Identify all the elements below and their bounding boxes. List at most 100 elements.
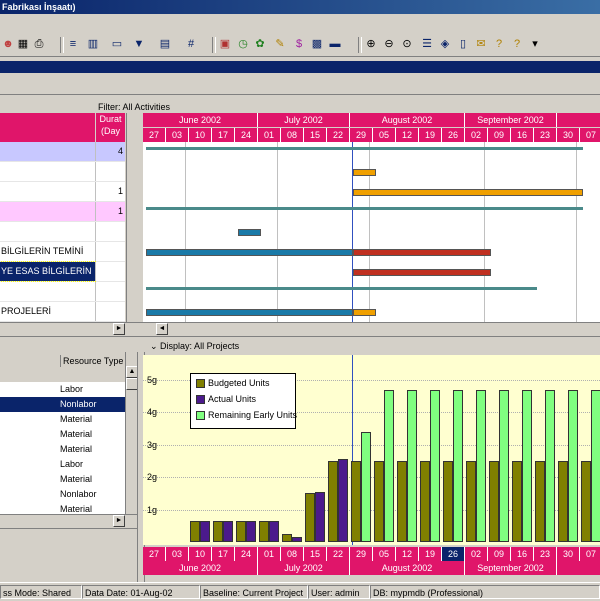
activity-name-header[interactable]: [0, 113, 95, 142]
report-icon[interactable]: ▣: [218, 37, 232, 51]
details-icon[interactable]: ▬: [328, 37, 342, 51]
layout-icon[interactable]: ▦: [16, 37, 30, 51]
remaining-early-units-bar[interactable]: [430, 389, 440, 542]
whats-this-icon[interactable]: ?: [510, 37, 524, 51]
activity-row[interactable]: 4: [0, 142, 125, 162]
activity-row[interactable]: BİLGİLERİN TEMİNİ: [0, 242, 125, 262]
resource-row[interactable]: Labor: [0, 457, 125, 472]
split-icon[interactable]: ☰: [420, 37, 434, 51]
resource-row[interactable]: Nonlabor: [0, 397, 125, 412]
print-icon[interactable]: ⎙: [32, 37, 46, 51]
budgeted-units-bar[interactable]: [213, 520, 223, 542]
remaining-early-units-bar[interactable]: [476, 389, 486, 542]
group-icon[interactable]: ▤: [158, 37, 172, 51]
calendar-icon[interactable]: ▩: [310, 37, 324, 51]
remaining-early-units-bar[interactable]: [591, 389, 600, 542]
activity-row[interactable]: [0, 222, 125, 242]
budgeted-units-bar[interactable]: [259, 520, 269, 542]
activity-bar[interactable]: [353, 249, 491, 256]
remaining-early-units-bar[interactable]: [568, 389, 578, 542]
zoom-out-icon[interactable]: ⊖: [382, 37, 396, 51]
summary-bar[interactable]: [146, 207, 583, 210]
summary-bar[interactable]: [146, 287, 537, 290]
budgeted-units-bar[interactable]: [374, 461, 384, 542]
budgeted-units-bar[interactable]: [282, 533, 292, 542]
remaining-early-units-bar[interactable]: [499, 389, 509, 542]
remaining-early-units-bar[interactable]: [453, 389, 463, 542]
columns-icon[interactable]: ▥: [86, 37, 100, 51]
store-icon[interactable]: ✎: [273, 37, 287, 51]
upper-horizontal-scrollbar[interactable]: ► ◄: [0, 322, 600, 336]
schedule-icon[interactable]: ◷: [236, 37, 250, 51]
resource-row[interactable]: Material: [0, 472, 125, 487]
cost-icon[interactable]: $: [292, 37, 306, 51]
scroll-left-icon[interactable]: ◄: [156, 323, 168, 335]
budgeted-units-bar[interactable]: [305, 493, 315, 542]
activity-bar[interactable]: [353, 309, 376, 316]
zoom-in-icon[interactable]: ⊕: [364, 37, 378, 51]
bars-settings-icon[interactable]: ▭: [110, 37, 124, 51]
summary-bar[interactable]: [146, 147, 583, 150]
activity-row[interactable]: [0, 162, 125, 182]
resource-type-header[interactable]: Resource Type: [60, 355, 123, 367]
filter-icon[interactable]: ▼: [132, 37, 146, 51]
duration-header[interactable]: Durat (Day: [96, 113, 125, 142]
bars-icon[interactable]: ≡: [66, 37, 80, 51]
gantt-chart[interactable]: [143, 142, 600, 322]
budgeted-units-bar[interactable]: [328, 461, 338, 542]
activity-bar[interactable]: [353, 269, 491, 276]
budgeted-units-bar[interactable]: [489, 461, 499, 542]
budgeted-units-bar[interactable]: [190, 520, 200, 542]
budgeted-units-bar[interactable]: [420, 461, 430, 542]
zoom-fit-icon[interactable]: ⊙: [400, 37, 414, 51]
notes-icon[interactable]: ✉: [474, 37, 488, 51]
activity-bar[interactable]: [353, 169, 376, 176]
remaining-early-units-bar[interactable]: [361, 431, 371, 542]
diamond-icon[interactable]: ◈: [438, 37, 452, 51]
remaining-early-units-bar[interactable]: [522, 389, 532, 542]
scroll-right-icon[interactable]: ►: [113, 323, 125, 335]
budgeted-units-bar[interactable]: [512, 461, 522, 542]
level-icon[interactable]: ✿: [253, 37, 267, 51]
remaining-early-units-bar[interactable]: [407, 389, 417, 542]
activity-bar[interactable]: [146, 249, 353, 256]
resource-row[interactable]: Material: [0, 427, 125, 442]
budgeted-units-bar[interactable]: [236, 520, 246, 542]
activity-bar[interactable]: [353, 189, 583, 196]
columns-view-icon[interactable]: ▯: [456, 37, 470, 51]
activity-row[interactable]: [0, 282, 125, 302]
activity-bar[interactable]: [146, 309, 353, 316]
activity-row[interactable]: 1: [0, 182, 125, 202]
resource-row[interactable]: Material: [0, 442, 125, 457]
remaining-early-units-bar[interactable]: [384, 389, 394, 542]
activity-bar[interactable]: [238, 229, 261, 236]
budgeted-units-bar[interactable]: [558, 461, 568, 542]
actual-units-bar[interactable]: [269, 520, 279, 542]
activity-row[interactable]: YE ESAS BİLGİLERİN: [0, 261, 125, 282]
remaining-early-units-bar[interactable]: [545, 389, 555, 542]
budgeted-units-bar[interactable]: [466, 461, 476, 542]
help-icon[interactable]: ?: [492, 37, 506, 51]
scroll-right-icon[interactable]: ►: [113, 515, 125, 527]
actual-units-bar[interactable]: [292, 537, 302, 542]
lower-horizontal-scrollbar[interactable]: ►: [0, 514, 143, 528]
chevron-down-icon[interactable]: ▾: [528, 37, 542, 51]
activity-row[interactable]: 1: [0, 202, 125, 222]
budgeted-units-bar[interactable]: [535, 461, 545, 542]
budgeted-units-bar[interactable]: [397, 461, 407, 542]
actual-units-bar[interactable]: [200, 520, 210, 542]
resource-row[interactable]: Nonlabor: [0, 487, 125, 502]
actual-units-bar[interactable]: [223, 520, 233, 542]
numbering-icon[interactable]: #: [184, 37, 198, 51]
resource-row[interactable]: Material: [0, 412, 125, 427]
budgeted-units-bar[interactable]: [351, 461, 361, 542]
budgeted-units-bar[interactable]: [443, 461, 453, 542]
actual-units-bar[interactable]: [315, 491, 325, 542]
actual-units-bar[interactable]: [246, 520, 256, 542]
actual-units-bar[interactable]: [338, 459, 348, 542]
activity-row[interactable]: PROJELERİ: [0, 302, 125, 322]
resource-histogram[interactable]: 5g 4g 3g 2g 1g Budgeted Units Actual Units Rema…: [143, 355, 600, 545]
person-icon[interactable]: ☻: [1, 37, 15, 51]
budgeted-units-bar[interactable]: [581, 461, 591, 542]
resource-row[interactable]: Labor: [0, 382, 125, 397]
